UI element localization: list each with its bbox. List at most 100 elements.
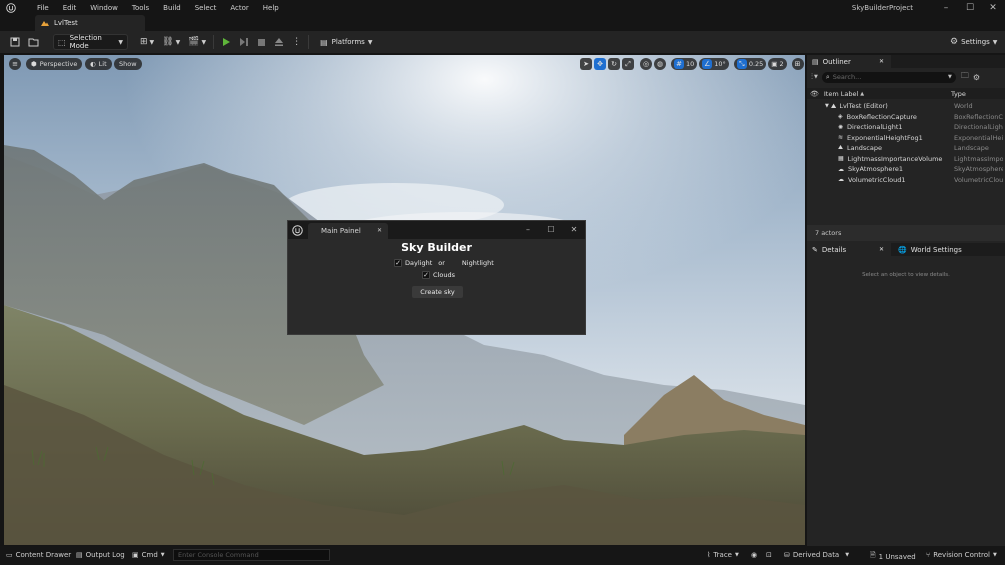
translate-tool-icon[interactable]: ✥ (594, 58, 606, 70)
chevron-down-icon: ▼ (993, 552, 997, 558)
search-placeholder: Search... (832, 73, 862, 81)
add-folder-icon[interactable]: 🗀 (961, 70, 969, 84)
world-local-icon[interactable]: ◎ (640, 58, 652, 70)
list-item[interactable]: ⛰ Landscape Landscape (807, 143, 1005, 154)
list-item[interactable]: ☁ SkyAtmosphere1 SkyAtmosphere (807, 164, 1005, 175)
item-label: LightmassImportanceVolume (847, 154, 943, 163)
world-settings-tab[interactable]: 🌐 World Settings (893, 243, 967, 256)
camera-capture-icon[interactable]: ⊡ (766, 551, 772, 559)
viewport-menu-icon[interactable]: ≡ (9, 58, 21, 70)
level-icon (41, 19, 49, 27)
show-button[interactable]: Show (114, 58, 142, 70)
dialog-minimize-button[interactable]: – (518, 221, 538, 237)
stop-button[interactable] (253, 34, 270, 50)
outliner-search-row: ⫶ ▼ ⌕ Search... ▼ 🗀 ⚙ (811, 71, 1001, 83)
item-type: LightmassImpor (954, 154, 1003, 163)
grid-snap-value: 10 (686, 60, 695, 68)
rotation-snap-button[interactable]: ∠ 10° (699, 58, 729, 70)
create-sky-button[interactable]: Create sky (412, 286, 463, 298)
close-tab-icon[interactable]: ✕ (879, 58, 884, 65)
revision-control-dropdown[interactable]: ⑂ Revision Control ▼ (926, 551, 997, 559)
item-label-column[interactable]: Item Label (824, 90, 858, 98)
settings-button[interactable]: ⚙ Settings ▼ (946, 34, 1001, 50)
play-options-icon[interactable]: ⋮ (288, 34, 305, 50)
close-tab-icon[interactable]: ✕ (377, 223, 382, 239)
step-button[interactable] (235, 34, 253, 50)
list-item[interactable]: ▦ LightmassImportanceVolume LightmassImp… (807, 154, 1005, 165)
scale-tool-icon[interactable]: ⤢ (622, 58, 634, 70)
content-browser-icon[interactable] (24, 34, 43, 50)
select-tool-icon[interactable]: ➤ (580, 58, 592, 70)
outliner-root-row[interactable]: ▼ ⛰ LvlTest (Editor) World (807, 101, 1005, 112)
camera-speed-button[interactable]: ▣ 2 (768, 58, 787, 70)
list-item[interactable]: ≋ ExponentialHeightFog1 ExponentialHeig (807, 133, 1005, 144)
close-window-button[interactable]: ✕ (981, 0, 1005, 16)
menu-window[interactable]: Window (83, 2, 125, 14)
content-drawer-button[interactable]: ▭ Content Drawer (6, 551, 71, 559)
project-name: SkyBuilderProject (851, 4, 913, 12)
status-bar: ▭ Content Drawer ▤ Output Log ▣ Cmd ▼ En… (0, 546, 1005, 565)
record-icon[interactable]: ◉ (751, 551, 757, 559)
camera-speed-value: 2 (779, 60, 784, 68)
scale-snap-button[interactable]: ⤡ 0.25 (733, 58, 767, 70)
sort-ascending-icon: ▲ (860, 90, 865, 97)
dialog-title-bar: Main Painel ✕ – ☐ ✕ (288, 221, 585, 239)
menu-help[interactable]: Help (256, 2, 286, 14)
platforms-dropdown[interactable]: ▤ Platforms ▼ (316, 34, 376, 50)
unreal-logo-icon[interactable] (6, 3, 18, 13)
menu-edit[interactable]: Edit (56, 2, 84, 14)
eject-button[interactable] (270, 34, 288, 50)
outliner-tab[interactable]: ▤ Outliner ✕ (807, 55, 891, 68)
console-input[interactable]: Enter Console Command (173, 549, 330, 561)
unsaved-button[interactable]: 🗎 1 Unsaved (870, 551, 916, 562)
cmd-dropdown[interactable]: ▣ Cmd ▼ (132, 551, 165, 559)
visibility-icon[interactable]: 👁 (810, 90, 819, 98)
filter-icon[interactable]: ⫶ (811, 72, 813, 82)
item-label: DirectionalLight1 (847, 123, 903, 132)
unsaved-label: 1 Unsaved (878, 552, 916, 561)
trace-dropdown[interactable]: ⌇ Trace ▼ (707, 551, 739, 559)
terminal-icon: ▣ (132, 551, 139, 559)
derived-data-dropdown[interactable]: ⛁ Derived Data ▼ (784, 551, 849, 559)
save-icon[interactable] (6, 34, 24, 50)
nightlight-checkbox[interactable] (450, 259, 459, 267)
list-item[interactable]: ◈ BoxReflectionCapture BoxReflectionCa (807, 112, 1005, 123)
selection-mode-dropdown[interactable]: ⬚ Selection Mode ▼ (53, 34, 128, 50)
menu-tools[interactable]: Tools (125, 2, 156, 14)
surface-snap-icon[interactable]: ◍ (654, 58, 666, 70)
dialog-maximize-button[interactable]: ☐ (541, 221, 561, 237)
grid-snap-button[interactable]: # 10 (671, 58, 698, 70)
output-log-button[interactable]: ▤ Output Log (76, 551, 125, 559)
add-actor-button[interactable]: ⊞ ▼ (136, 34, 158, 50)
details-tab[interactable]: ✎ Details ✕ (807, 243, 891, 256)
cinematics-button[interactable]: 🎬 ▼ (184, 34, 210, 50)
output-log-label: Output Log (85, 551, 125, 559)
blueprint-button[interactable]: ⛓ ▼ (158, 34, 184, 50)
daylight-checkbox[interactable]: ✓ (394, 259, 402, 267)
perspective-button[interactable]: ⬢ Perspective (26, 58, 83, 70)
type-column[interactable]: Type (951, 90, 966, 98)
level-tab[interactable]: LvlTest (35, 15, 145, 31)
menu-actor[interactable]: Actor (223, 2, 255, 14)
lit-button[interactable]: ◐ Lit (85, 58, 112, 70)
chevron-down-icon: ▼ (948, 74, 952, 80)
gear-icon[interactable]: ⚙ (973, 73, 980, 82)
maximize-button[interactable]: ☐ (958, 0, 982, 16)
outliner-search-input[interactable]: ⌕ Search... ▼ (821, 71, 956, 83)
outliner-tab-label: Outliner (822, 57, 851, 66)
menu-build[interactable]: Build (156, 2, 188, 14)
list-item[interactable]: ✺ DirectionalLight1 DirectionalLight (807, 122, 1005, 133)
menu-select[interactable]: Select (188, 2, 224, 14)
play-button[interactable] (217, 34, 235, 50)
dialog-tab[interactable]: Main Painel ✕ (308, 223, 388, 239)
list-item[interactable]: ☁ VolumetricCloud1 VolumetricCloud (807, 175, 1005, 186)
dialog-close-button[interactable]: ✕ (564, 221, 584, 237)
rotation-snap-value: 10° (714, 60, 726, 68)
minimize-button[interactable]: – (934, 0, 958, 16)
menu-file[interactable]: File (30, 2, 56, 14)
item-type: ExponentialHeig (954, 133, 1003, 142)
clouds-checkbox[interactable]: ✓ (422, 271, 430, 279)
close-tab-icon[interactable]: ✕ (879, 246, 884, 253)
maximize-viewport-icon[interactable]: ⊞ (791, 58, 804, 70)
rotate-tool-icon[interactable]: ↻ (608, 58, 620, 70)
